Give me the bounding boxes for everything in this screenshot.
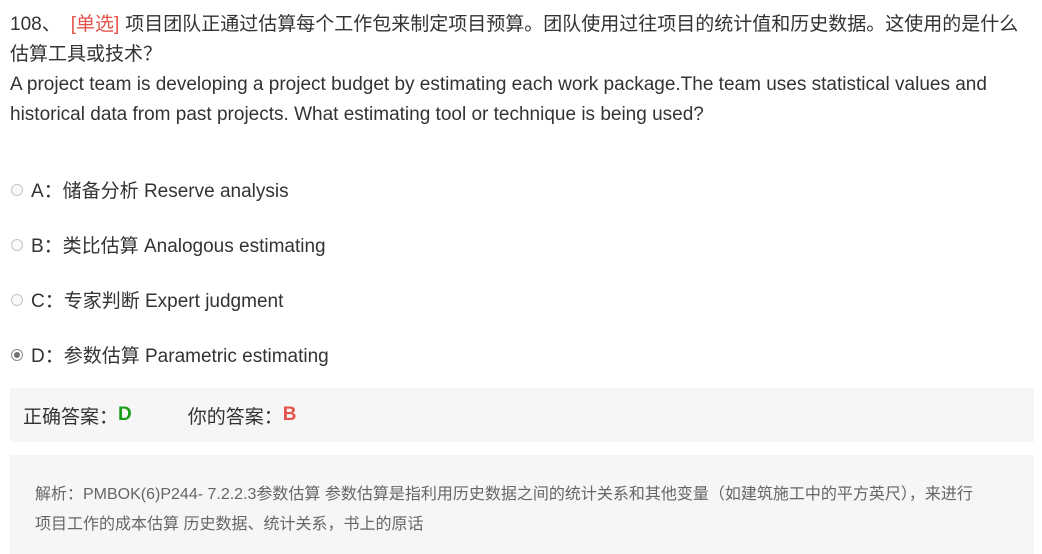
option-list: A：储备分析 Reserve analysis B：类比估算 Analogous… [10,162,1010,382]
option-b-label: B：类比估算 Analogous estimating [31,236,326,257]
question-type-tag: [单选] [70,14,120,35]
option-c-label: C：专家判断 Expert judgment [31,291,284,312]
radio-button-d[interactable] [11,348,23,361]
option-a[interactable]: A：储备分析 Reserve analysis [10,162,1010,217]
question-number: 108、 [10,14,61,35]
radio-button-c[interactable] [11,293,23,306]
answer-panel: 正确答案： D 你的答案： B [10,388,1034,442]
correct-answer-label: 正确答案： [23,406,119,428]
analysis-text: 解析：PMBOK(6)P244- 7.2.2.3参数估算 参数估算是指利用历史数… [35,486,973,533]
radio-button-a[interactable] [11,183,23,196]
radio-button-b[interactable] [11,238,23,251]
option-d-label: D：参数估算 Parametric estimating [31,346,329,367]
option-a-label: A：储备分析 Reserve analysis [31,181,289,202]
your-answer-value: B [282,404,297,425]
question-stem: 108、 [单选] 项目团队正通过估算每个工作包来制定项目预算。团队使用过往项目的统… [10,10,1034,130]
correct-answer-value: D [118,404,132,425]
question-text-en: A project team is developing a project b… [10,74,987,125]
question-text-cn: 项目团队正通过估算每个工作包来制定项目预算。团队使用过往项目的统计值和历史数据。… [10,14,1019,65]
option-c[interactable]: C：专家判断 Expert judgment [10,272,1010,327]
option-b[interactable]: B：类比估算 Analogous estimating [10,217,1010,272]
your-answer-label: 你的答案： [187,406,283,428]
option-d[interactable]: D：参数估算 Parametric estimating [10,327,1010,382]
analysis-panel: 解析：PMBOK(6)P244- 7.2.2.3参数估算 参数估算是指利用历史数… [10,455,1034,554]
